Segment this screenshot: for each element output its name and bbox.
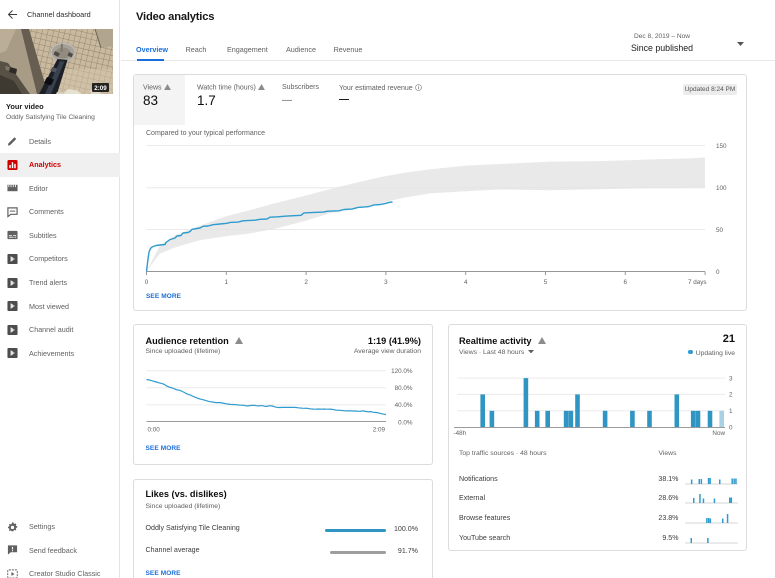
svg-text:150: 150 [716,143,727,150]
svg-text:3: 3 [384,279,388,286]
svg-text:40.0%: 40.0% [395,402,413,409]
svg-text:0: 0 [716,269,720,276]
svg-text:1: 1 [729,408,733,415]
svg-text:7 days: 7 days [688,279,707,286]
svg-text:2: 2 [304,279,308,286]
svg-text:0: 0 [145,279,149,286]
svg-text:1: 1 [225,279,229,286]
svg-text:100: 100 [716,185,727,192]
svg-text:2:09: 2:09 [373,427,386,434]
svg-text:80.0%: 80.0% [395,385,413,392]
svg-text:-48h: -48h [454,430,467,437]
svg-text:Now: Now [712,430,725,437]
svg-text:120.0%: 120.0% [391,368,413,375]
svg-text:6: 6 [624,279,628,286]
svg-text:5: 5 [544,279,548,286]
svg-text:2: 2 [729,392,733,399]
svg-text:4: 4 [464,279,468,286]
svg-text:0: 0 [729,424,733,431]
svg-text:50: 50 [716,227,724,234]
svg-text:0:00: 0:00 [148,427,161,434]
svg-text:2:09: 2:09 [94,85,107,92]
svg-text:0.0%: 0.0% [398,419,413,426]
svg-text:3: 3 [729,375,733,382]
